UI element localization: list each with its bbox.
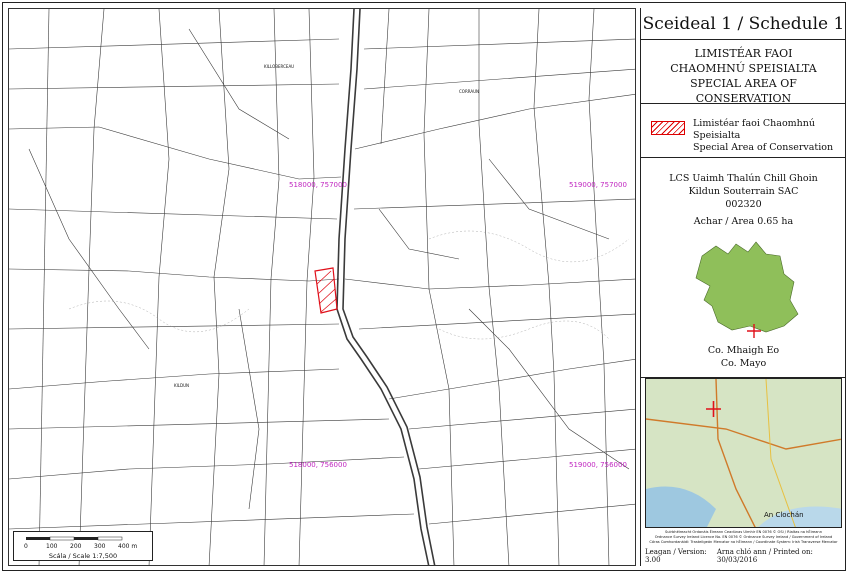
legend-label: Limistéar faoi Chaomhnú Speisialta Speci… xyxy=(693,118,846,154)
printed-date: Arna chló ann / Printed on: 30/03/2016 xyxy=(716,548,813,564)
scale-label: Scála / Scale 1:7,500 xyxy=(48,552,118,560)
credit-line: Córas Comhordanáidí: Trasteilgeán Mercat… xyxy=(649,540,838,544)
townland-label: KILLOBERCEAU xyxy=(264,64,295,69)
townland-label: KILDUN xyxy=(174,383,190,388)
townland-label: CORRAUN xyxy=(459,89,479,94)
site-code: 002320 xyxy=(725,199,762,210)
designation-line: LIMISTÉAR FAOI xyxy=(694,47,793,60)
legend-line: Special Area of Conservation xyxy=(693,142,834,153)
version-row: Leagan / Version: 3.00 Arna chló ann / P… xyxy=(641,548,846,564)
designation-line: SPECIAL AREA OF CONSERVATION xyxy=(690,77,797,105)
county-locator-map xyxy=(695,241,798,338)
legend: Limistéar faoi Chaomhnú Speisialta Speci… xyxy=(641,104,846,158)
legend-line: Limistéar faoi Chaomhnú Speisialta xyxy=(693,118,816,141)
location-inset-map: An Clochán xyxy=(645,378,842,528)
schedule-title: Sceideal 1 / Schedule 1 xyxy=(641,8,846,40)
site-area: Achar / Area 0.65 ha xyxy=(693,216,794,227)
parcel-map-svg xyxy=(9,9,635,565)
site-name-irish: LCS Uaimh Thalún Chill Ghoin xyxy=(669,173,818,184)
main-map[interactable]: 518000, 757000 519000, 757000 518000, 75… xyxy=(8,8,636,566)
scale-tick: 300 xyxy=(94,543,106,550)
county-name-english: Co. Mayo xyxy=(720,358,767,369)
version-label: Leagan / Version: 3.00 xyxy=(645,548,707,564)
site-name-english: Kildun Souterrain SAC xyxy=(688,186,799,197)
scale-tick: 200 xyxy=(70,543,82,550)
designation-line: CHAOMHNÚ SPEISIALTA xyxy=(670,62,817,75)
county-name-irish: Co. Mhaigh Eo xyxy=(707,345,780,356)
scale-tick: 100 xyxy=(46,543,58,550)
scale-tick: 400 m xyxy=(118,543,138,550)
grid-coordinate: 519000, 757000 xyxy=(569,181,627,189)
inset-map-graphic xyxy=(646,379,841,527)
site-info: LCS Uaimh Thalún Chill Ghoin Kildun Sout… xyxy=(641,158,846,378)
sac-hatch-swatch xyxy=(651,121,685,135)
scale-bar: 0 100 200 300 400 m Scála / Scale 1:7,50… xyxy=(13,531,153,561)
inset-place-label: An Clochán xyxy=(764,511,804,519)
legend-panel: Sceideal 1 / Schedule 1 LIMISTÉAR FAOI C… xyxy=(640,8,846,566)
grid-coordinate: 519000, 756000 xyxy=(569,461,627,469)
grid-coordinate: 518000, 756000 xyxy=(289,461,347,469)
scale-tick: 0 xyxy=(24,543,28,550)
grid-coordinate: 518000, 757000 xyxy=(289,181,347,189)
designation-title: LIMISTÉAR FAOI CHAOMHNÚ SPEISIALTA SPECI… xyxy=(641,40,846,105)
